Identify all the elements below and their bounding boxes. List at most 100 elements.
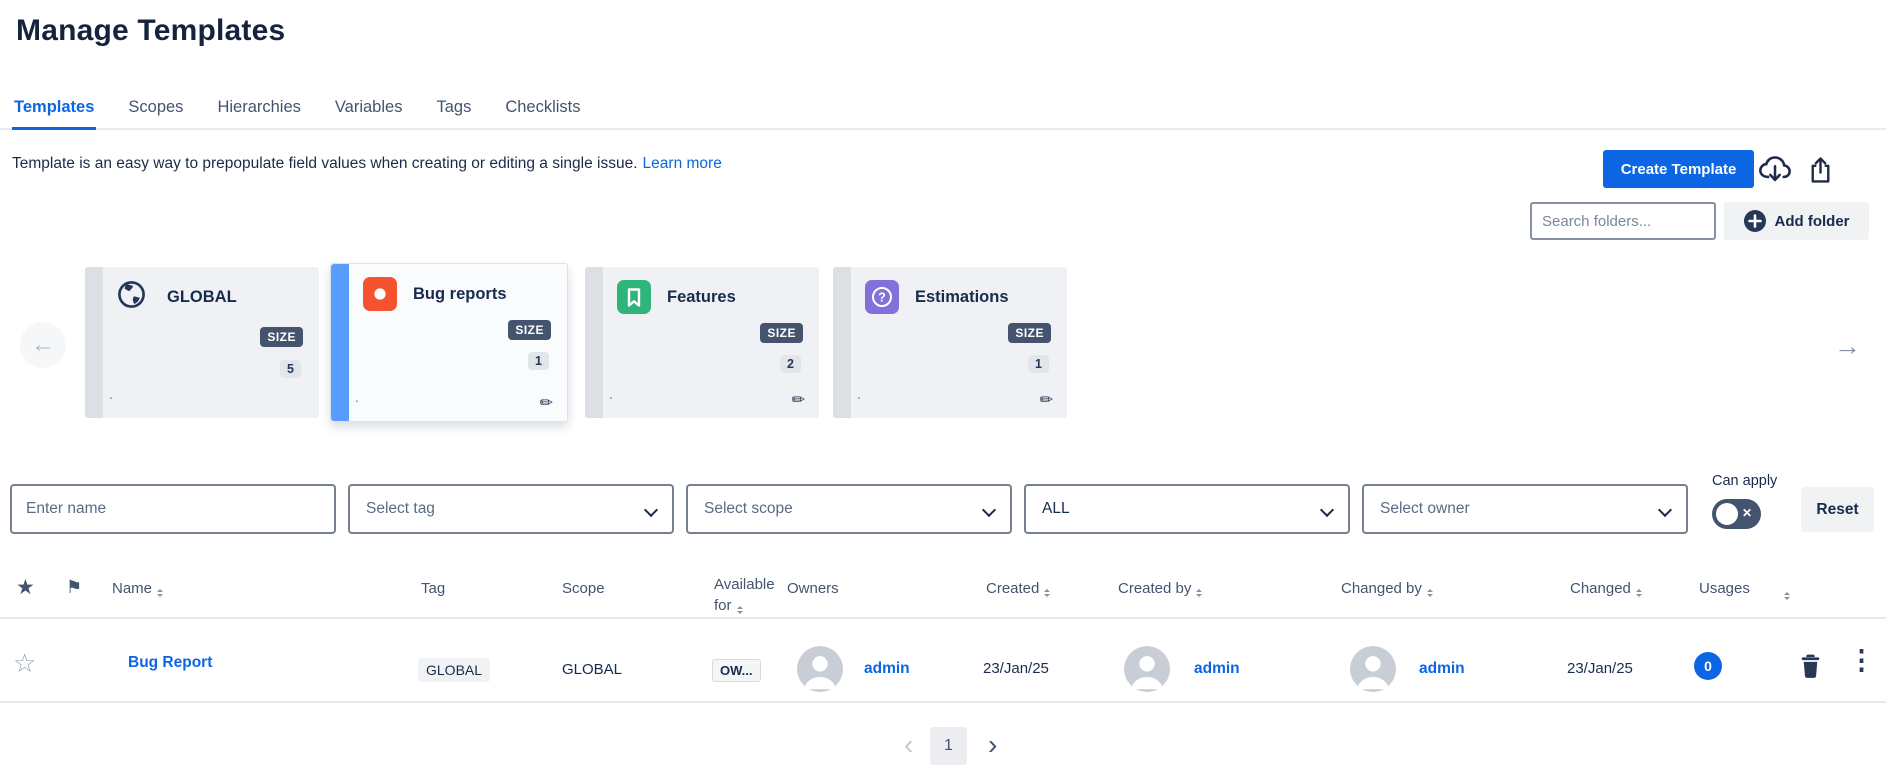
scope-filter-placeholder: Select scope	[704, 500, 793, 518]
column-header-owners: Owners	[787, 580, 839, 597]
column-header-changed-by[interactable]: Changed by	[1341, 580, 1433, 600]
learn-more-link[interactable]: Learn more	[643, 155, 722, 172]
folder-card-global[interactable]: GLOBAL SIZE 5 .	[85, 267, 319, 418]
export-templates-button[interactable]	[1808, 156, 1833, 184]
owner-filter-select[interactable]: Select owner	[1362, 484, 1688, 534]
tab-templates[interactable]: Templates	[12, 94, 96, 130]
template-name-link[interactable]: Bug Report	[128, 654, 212, 672]
name-filter-input[interactable]	[10, 484, 336, 534]
table-row-divider	[0, 701, 1886, 703]
column-header-created-by[interactable]: Created by	[1118, 580, 1202, 600]
folder-card-estimations[interactable]: ? Estimations SIZE 1 . ✏	[833, 267, 1067, 418]
sort-icon[interactable]	[1044, 586, 1050, 600]
chevron-down-icon	[982, 503, 996, 517]
folder-note: .	[857, 392, 861, 396]
status-dot-icon	[363, 277, 397, 311]
tab-scopes[interactable]: Scopes	[126, 94, 185, 128]
sort-icon[interactable]	[1427, 586, 1433, 600]
type-filter-value: ALL	[1042, 500, 1070, 518]
column-header-available-for[interactable]: Available for	[714, 574, 784, 617]
column-header-usages-sort[interactable]	[1779, 583, 1790, 603]
export-icon	[1808, 172, 1833, 187]
column-header-usages: Usages	[1699, 580, 1750, 597]
created-date: 23/Jan/25	[983, 660, 1049, 677]
chevron-down-icon	[1658, 503, 1672, 517]
tab-checklists[interactable]: Checklists	[503, 94, 582, 128]
add-folder-label: Add folder	[1775, 213, 1850, 230]
toggle-off-x-icon: ✕	[1742, 506, 1752, 520]
tag-filter-select[interactable]: Select tag	[348, 484, 674, 534]
right-arrow-icon: →	[1834, 331, 1861, 361]
sort-icon[interactable]	[157, 586, 163, 600]
folder-size-value: 1	[1028, 355, 1049, 373]
folder-note: .	[609, 392, 613, 396]
import-templates-button[interactable]	[1758, 155, 1792, 184]
type-filter-select[interactable]: ALL	[1024, 484, 1350, 534]
create-template-button[interactable]: Create Template	[1603, 150, 1754, 188]
carousel-next-button[interactable]: →	[1828, 330, 1867, 363]
folder-size-value: 1	[528, 352, 549, 370]
tab-bar: Templates Scopes Hierarchies Variables T…	[0, 94, 1886, 130]
folder-size-value: 5	[280, 360, 301, 378]
table-header-divider	[0, 617, 1886, 619]
bookmark-icon	[617, 280, 651, 314]
svg-text:?: ?	[878, 291, 886, 305]
flag-column-icon[interactable]: ⚑	[66, 577, 82, 598]
folder-card-features[interactable]: Features SIZE 2 . ✏	[585, 267, 819, 418]
star-column-icon[interactable]: ★	[16, 575, 35, 600]
scope-filter-select[interactable]: Select scope	[686, 484, 1012, 534]
question-icon: ?	[865, 280, 899, 314]
folder-strip	[585, 267, 603, 418]
edit-folder-pencil-icon[interactable]: ✏	[1040, 390, 1053, 410]
trash-icon	[1798, 668, 1823, 683]
can-apply-toggle[interactable]: ✕	[1712, 499, 1761, 529]
star-outline-icon[interactable]: ☆	[13, 648, 36, 679]
edit-folder-pencil-icon[interactable]: ✏	[540, 393, 553, 413]
pagination-prev-icon[interactable]: ‹	[898, 728, 919, 762]
size-badge: SIZE	[1008, 323, 1051, 343]
carousel-prev-button[interactable]: ←	[20, 322, 66, 368]
sort-icon[interactable]	[737, 603, 743, 617]
column-header-created[interactable]: Created	[986, 580, 1050, 600]
reset-filters-button[interactable]: Reset	[1801, 487, 1874, 532]
column-header-name[interactable]: Name	[112, 580, 163, 600]
folder-name: GLOBAL	[167, 288, 237, 307]
edit-folder-pencil-icon[interactable]: ✏	[792, 390, 805, 410]
manage-templates-page: Manage Templates Templates Scopes Hierar…	[0, 0, 1886, 783]
sort-icon[interactable]	[1784, 589, 1790, 603]
usages-count-badge[interactable]: 0	[1694, 652, 1722, 680]
intro-text: Template is an easy way to prepopulate f…	[12, 155, 722, 173]
size-badge: SIZE	[260, 327, 303, 347]
folder-size-value: 2	[780, 355, 801, 373]
tab-hierarchies[interactable]: Hierarchies	[215, 94, 302, 128]
pagination-next-icon[interactable]: ›	[982, 728, 1003, 762]
tag-filter-placeholder: Select tag	[366, 500, 435, 518]
folder-strip	[833, 267, 851, 418]
globe-icon	[117, 280, 146, 309]
tab-variables[interactable]: Variables	[333, 94, 405, 128]
delete-template-button[interactable]	[1798, 652, 1823, 680]
chevron-down-icon	[1320, 503, 1334, 517]
sort-icon[interactable]	[1196, 586, 1202, 600]
column-header-changed[interactable]: Changed	[1570, 580, 1642, 600]
created-by-avatar	[1124, 646, 1170, 692]
created-by-link[interactable]: admin	[1194, 660, 1240, 678]
changed-by-link[interactable]: admin	[1419, 660, 1465, 678]
column-header-tag: Tag	[421, 580, 445, 597]
size-badge: SIZE	[508, 320, 551, 340]
changed-by-avatar	[1350, 646, 1396, 692]
folder-name: Bug reports	[413, 285, 507, 304]
owner-avatar	[797, 646, 843, 692]
available-for-chip: OW...	[712, 659, 761, 682]
tab-tags[interactable]: Tags	[434, 94, 473, 128]
search-folders-input[interactable]	[1530, 202, 1716, 240]
row-actions-kebab-icon[interactable]: ⋮	[1842, 644, 1881, 677]
add-folder-button[interactable]: Add folder	[1724, 202, 1869, 240]
folder-note: .	[109, 392, 113, 396]
pagination-page-1[interactable]: 1	[930, 727, 967, 765]
owner-link[interactable]: admin	[864, 660, 910, 678]
sort-icon[interactable]	[1636, 586, 1642, 600]
scope-value: GLOBAL	[562, 661, 622, 678]
folder-card-bug-reports[interactable]: Bug reports SIZE 1 . ✏	[330, 263, 568, 422]
folder-selected-strip	[331, 264, 349, 421]
